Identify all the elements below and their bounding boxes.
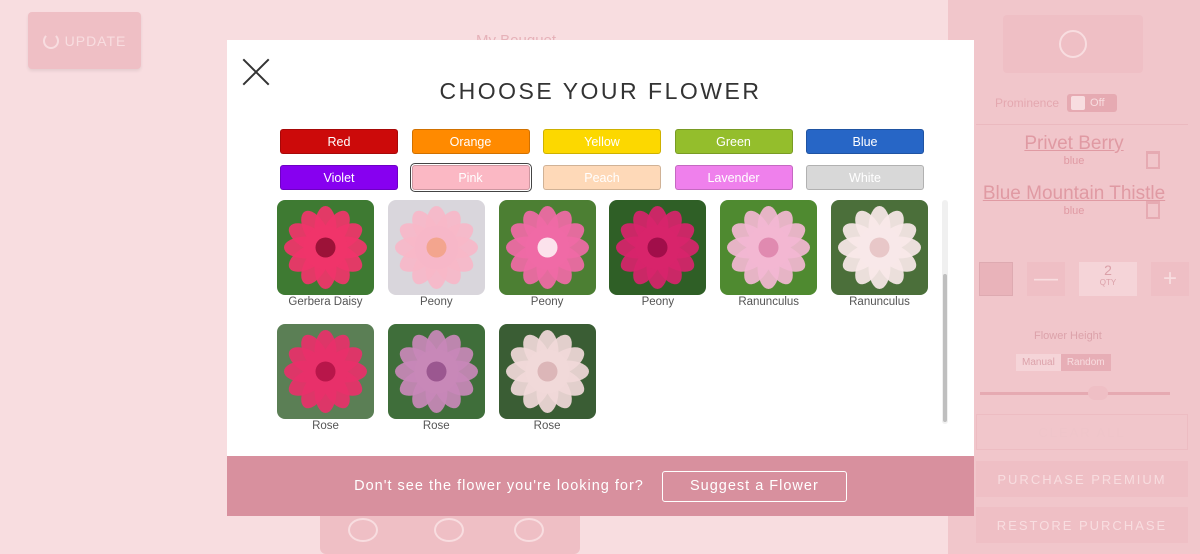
info-icon[interactable]: [434, 518, 464, 542]
clear-all-button[interactable]: CLEAR ALL: [976, 414, 1188, 450]
flower-name: Peony: [530, 296, 564, 308]
height-slider[interactable]: [980, 386, 1170, 400]
flower-card[interactable]: Ranunculus: [831, 200, 928, 308]
dialog-footer: Don't see the flower you're looking for?…: [227, 456, 974, 516]
color-button-white[interactable]: White: [806, 165, 924, 190]
flower-name: Rose: [422, 420, 450, 432]
flower-thumbnail: [609, 200, 707, 295]
quantity-value: 2 QTY: [1079, 262, 1137, 296]
decrease-button[interactable]: —: [1027, 262, 1065, 296]
color-button-green[interactable]: Green: [674, 129, 793, 154]
trash-icon[interactable]: [1146, 201, 1160, 219]
flower-thumbnail: [387, 324, 485, 419]
flower-card[interactable]: Peony: [387, 200, 485, 308]
flower-card[interactable]: Rose: [277, 324, 374, 432]
height-mode-toggle[interactable]: Manual Random: [1016, 354, 1111, 371]
prominence-row: Prominence Off: [995, 94, 1118, 112]
choose-flower-dialog: CHOOSE YOUR FLOWER Red Orange Yellow Green B…: [227, 40, 974, 516]
flower-thumbnail: [831, 200, 928, 295]
prominence-toggle[interactable]: Off: [1067, 94, 1118, 112]
add-flower-button[interactable]: [1003, 15, 1143, 73]
scrollbar-thumb[interactable]: [943, 274, 947, 422]
flower-icon: [1059, 30, 1087, 58]
flower-name: Ranunculus: [738, 296, 800, 308]
toggle-label: Off: [1090, 97, 1105, 109]
purchase-premium-button[interactable]: PURCHASE PREMIUM: [976, 461, 1188, 497]
flower-thumbnail: [498, 324, 596, 419]
increase-button[interactable]: +: [1151, 262, 1189, 296]
update-button[interactable]: UPDATE: [28, 12, 141, 69]
back-icon[interactable]: [348, 518, 378, 542]
color-filter-grid: Red Orange Yellow Green Blue Violet Pink Peach L…: [280, 129, 924, 192]
quantity-number: 2: [1104, 262, 1112, 278]
refresh-icon: [42, 32, 59, 49]
list-item[interactable]: Privet Berry blue: [976, 133, 1172, 169]
item-color: blue: [1063, 155, 1085, 167]
footer-text: Don't see the flower you're looking for?: [354, 478, 644, 494]
quantity-stepper: — 2 QTY +: [979, 262, 1189, 296]
flower-name: Peony: [419, 296, 453, 308]
color-button-blue[interactable]: Blue: [806, 129, 924, 154]
flower-name: Peony: [641, 296, 675, 308]
height-mode-random[interactable]: Random: [1060, 354, 1111, 371]
flower-scrollbar[interactable]: [942, 200, 948, 424]
trash-icon[interactable]: [1146, 151, 1160, 169]
height-mode-manual[interactable]: Manual: [1016, 354, 1061, 371]
item-name: Privet Berry: [1024, 133, 1124, 154]
color-button-yellow[interactable]: Yellow: [543, 129, 661, 154]
bottom-toolbar: [320, 516, 580, 554]
flower-card[interactable]: Rose: [498, 324, 596, 432]
flower-thumbnail: [277, 324, 374, 419]
flower-card[interactable]: Gerbera Daisy: [277, 200, 374, 308]
color-button-peach[interactable]: Peach: [543, 165, 661, 190]
slider-handle[interactable]: [1088, 386, 1108, 400]
item-color: blue: [1063, 205, 1085, 217]
flower-name: Gerbera Daisy: [288, 296, 363, 308]
color-button-pink[interactable]: Pink: [409, 163, 532, 192]
item-name: Blue Mountain Thistle: [982, 183, 1166, 204]
flower-grid: Gerbera Daisy Peony Peony Peony Ranunculus Ra…: [277, 200, 937, 432]
suggest-flower-button[interactable]: Suggest a Flower: [661, 470, 847, 502]
flower-thumbnail: [387, 200, 485, 295]
flower-card[interactable]: Peony: [609, 200, 707, 308]
quantity-label: QTY: [1099, 278, 1117, 287]
flower-card[interactable]: Ranunculus: [720, 200, 818, 308]
flower-card[interactable]: Rose: [387, 324, 485, 432]
flower-height-label: Flower Height: [1034, 330, 1102, 342]
update-label: UPDATE: [64, 32, 127, 49]
color-button-violet[interactable]: Violet: [280, 165, 398, 190]
restore-purchase-button[interactable]: RESTORE PURCHASE: [976, 507, 1188, 543]
flower-name: Ranunculus: [849, 296, 910, 308]
toggle-knob: [1071, 96, 1086, 110]
prominence-label: Prominence: [995, 96, 1060, 110]
flower-thumbnail: [720, 200, 818, 295]
flower-name: Rose: [533, 420, 561, 432]
color-button-red[interactable]: Red: [280, 129, 398, 154]
color-button-orange[interactable]: Orange: [411, 129, 530, 154]
flower-card[interactable]: Peony: [498, 200, 596, 308]
list-item[interactable]: Blue Mountain Thistle blue: [976, 183, 1172, 219]
flower-name: Rose: [312, 420, 339, 432]
dialog-title: CHOOSE YOUR FLOWER: [439, 78, 762, 104]
flower-thumbnail: [979, 262, 1013, 296]
palette-icon[interactable]: [514, 518, 544, 542]
flower-thumbnail: [277, 200, 374, 295]
color-button-lavender[interactable]: Lavender: [674, 165, 793, 190]
flower-thumbnail: [498, 200, 596, 295]
